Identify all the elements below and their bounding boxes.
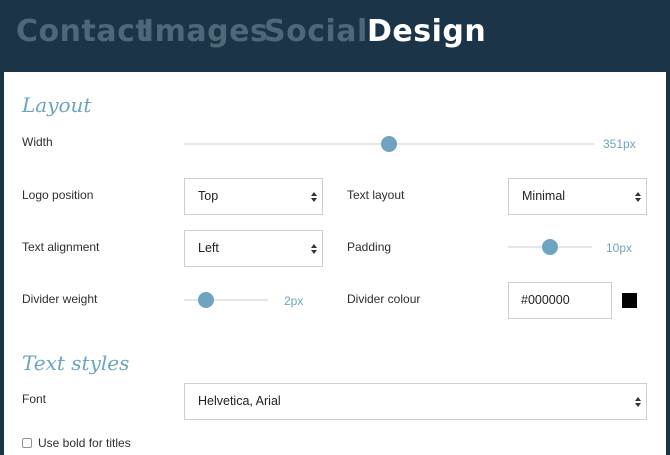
text-alignment-select[interactable]: Left bbox=[184, 230, 323, 267]
text-alignment-value: Left bbox=[198, 241, 219, 255]
divider-colour-value: #000000 bbox=[521, 293, 570, 307]
padding-value: 10px bbox=[606, 241, 633, 255]
text-styles-section-title: Text styles bbox=[22, 351, 130, 375]
panel-edge bbox=[666, 72, 670, 455]
tab-social[interactable]: Social bbox=[264, 14, 368, 49]
select-arrows-icon bbox=[311, 192, 317, 202]
padding-slider-thumb[interactable] bbox=[542, 239, 558, 255]
bold-titles-checkbox[interactable] bbox=[22, 438, 32, 448]
divider-colour-swatch[interactable] bbox=[622, 293, 637, 308]
text-layout-label: Text layout bbox=[347, 188, 405, 202]
tab-design[interactable]: Design bbox=[367, 14, 486, 49]
bold-titles-label[interactable]: Use bold for titles bbox=[38, 436, 131, 450]
divider-weight-slider-track[interactable] bbox=[184, 299, 268, 301]
tab-contact[interactable]: Contact bbox=[16, 14, 150, 49]
text-layout-value: Minimal bbox=[522, 189, 566, 203]
tab-bar: Contact Images Social Design bbox=[0, 0, 670, 70]
select-arrows-icon bbox=[635, 192, 641, 202]
logo-position-label: Logo position bbox=[22, 188, 94, 202]
divider-weight-slider-thumb[interactable] bbox=[198, 292, 214, 308]
font-select[interactable]: Helvetica, Arial bbox=[184, 383, 647, 420]
select-arrows-icon bbox=[635, 397, 641, 407]
width-value: 351px bbox=[603, 137, 636, 151]
text-alignment-label: Text alignment bbox=[22, 240, 100, 254]
logo-position-value: Top bbox=[198, 189, 219, 203]
text-layout-select[interactable]: Minimal bbox=[508, 178, 647, 215]
padding-label: Padding bbox=[347, 240, 392, 254]
width-slider-thumb[interactable] bbox=[381, 136, 397, 152]
divider-colour-input[interactable]: #000000 bbox=[508, 282, 612, 319]
width-label: Width bbox=[22, 135, 53, 149]
font-label: Font bbox=[22, 392, 47, 406]
design-panel: Layout Width 351px Logo position Top Tex… bbox=[4, 72, 666, 455]
logo-position-select[interactable]: Top bbox=[184, 178, 323, 215]
tab-images[interactable]: Images bbox=[143, 14, 268, 49]
layout-section-title: Layout bbox=[22, 93, 92, 117]
divider-colour-label: Divider colour bbox=[347, 292, 421, 306]
divider-weight-label: Divider weight bbox=[22, 292, 98, 306]
divider-weight-value: 2px bbox=[284, 294, 304, 308]
select-arrows-icon bbox=[311, 244, 317, 254]
font-value: Helvetica, Arial bbox=[198, 394, 281, 408]
